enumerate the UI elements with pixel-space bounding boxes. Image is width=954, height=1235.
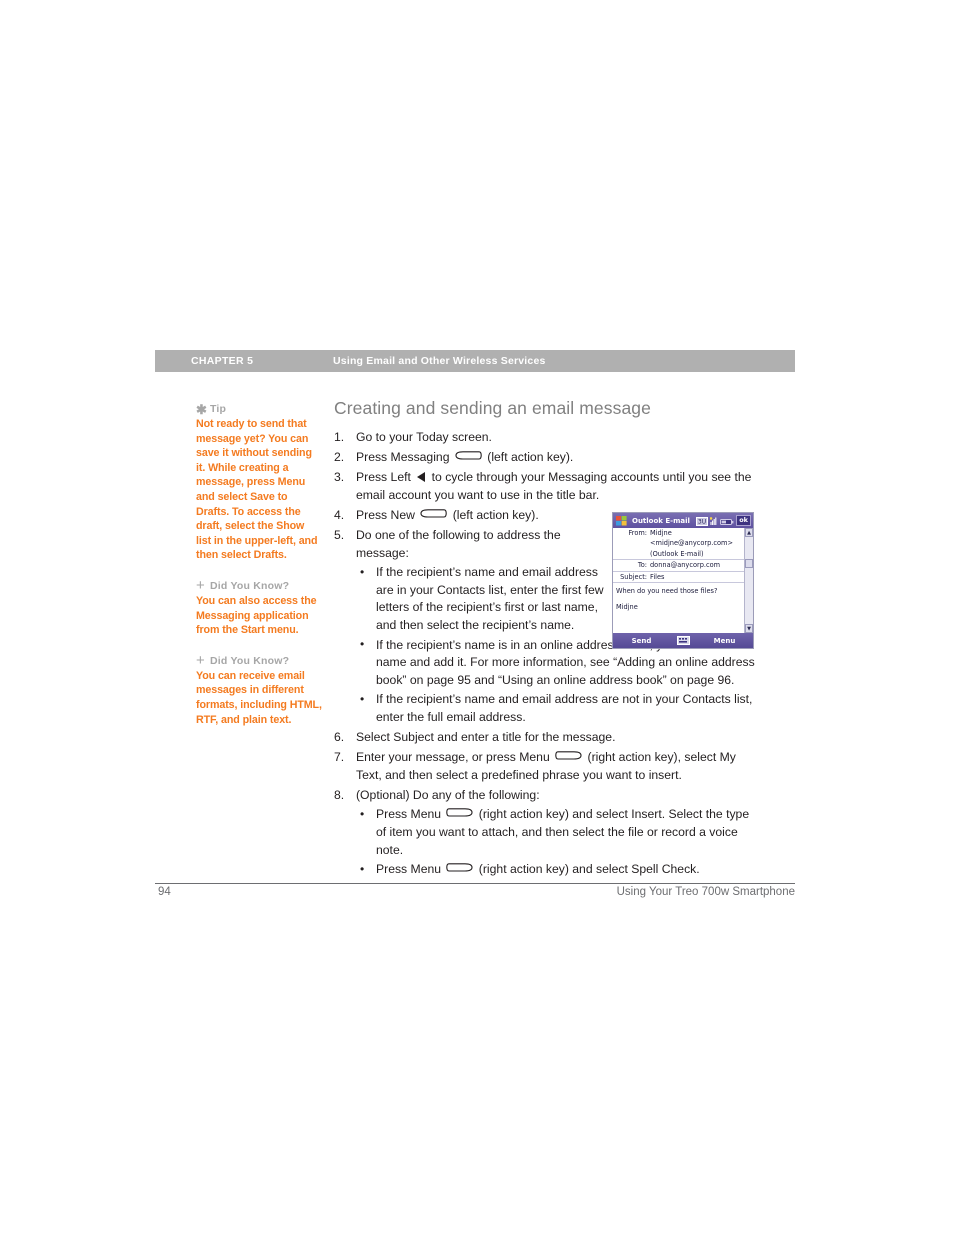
bullet-item: Press Menu (right action key) and select… — [356, 861, 758, 879]
bullet-item: If the recipient’s name and email addres… — [356, 564, 614, 634]
svg-text:3U: 3U — [698, 519, 706, 526]
header-title: Using Email and Other Wireless Services — [333, 355, 546, 367]
step-text: Select Subject and enter a title for the… — [356, 730, 616, 744]
steps-list: 1. Go to your Today screen. 2. Press Messag… — [334, 429, 758, 879]
tip-block-1: + Did You Know? You can also access the … — [196, 577, 322, 638]
step-number: 2. — [334, 450, 345, 465]
tip-heading: + Did You Know? — [196, 652, 322, 670]
step-text: Do one of the following to address the m… — [356, 527, 561, 560]
tip-text: You can receive email messages in differ… — [196, 669, 322, 726]
message-body[interactable]: When do you need those files? Midjne — [613, 583, 744, 616]
left-arrow-icon — [417, 472, 426, 483]
scroll-down-button[interactable]: ▼ — [745, 624, 753, 633]
step-item: 6. Select Subject and enter a title for t… — [334, 729, 758, 747]
book-title: Using Your Treo 700w Smartphone — [616, 886, 795, 898]
step-number: 1. — [334, 430, 345, 444]
page-number: 94 — [158, 886, 171, 898]
device-title-bar: Outlook E-mail 3U ok — [613, 513, 753, 528]
step-item: 2. Press Messaging (left action key). — [334, 449, 758, 467]
from-account-row: (Outlook E-mail) — [613, 549, 744, 561]
running-header: CHAPTER 5 Using Email and Other Wireless… — [155, 350, 795, 372]
tip-text: Not ready to send that message yet? You … — [196, 418, 318, 562]
from-label: From: — [628, 529, 647, 537]
device-screenshot: Outlook E-mail 3U ok From: Midjne <midjn… — [612, 512, 754, 649]
device-softkey-bar: Send Menu — [613, 633, 753, 648]
sidebar-tips: ✱ Tip Not ready to send that message yet… — [196, 402, 322, 743]
bullet-item: Press Menu (right action key) and select… — [356, 806, 758, 859]
left-action-key-icon — [455, 451, 482, 460]
step-number: 7. — [334, 750, 345, 765]
device-compose-area: From: Midjne <midjne@anycorp.com> (Outlo… — [613, 528, 753, 633]
step-text: (Optional) Do any of the following: — [356, 787, 540, 802]
ok-button[interactable]: ok — [736, 515, 751, 526]
device-title: Outlook E-mail — [632, 516, 690, 525]
scroll-track[interactable] — [745, 568, 753, 624]
keyboard-icon[interactable] — [670, 636, 696, 645]
step-text: Press Messaging (left action key). — [356, 450, 574, 465]
step-number: 3. — [334, 470, 345, 485]
to-field-row[interactable]: To: donna@anycorp.com — [613, 560, 744, 572]
from-field-row[interactable]: From: Midjne — [613, 528, 744, 538]
tip-text: You can also access the Messaging applic… — [196, 594, 317, 637]
message-text: When do you need those files? — [616, 587, 718, 596]
tip-label: Did You Know? — [210, 579, 290, 592]
chapter-label: CHAPTER 5 — [191, 355, 254, 367]
tip-heading: + Did You Know? — [196, 577, 322, 595]
scroll-thumb[interactable] — [745, 559, 753, 568]
tip-heading: ✱ Tip — [196, 402, 322, 416]
to-label: To: — [637, 561, 647, 570]
tip-label: Tip — [210, 403, 227, 415]
to-value: donna@anycorp.com — [650, 561, 721, 570]
step-text: Enter your message, or press Menu (right… — [356, 750, 736, 782]
step-item: 1. Go to your Today screen. — [334, 429, 758, 447]
tip-label: Did You Know? — [210, 654, 290, 667]
step-item: 3. Press Left to cycle through your Messa… — [334, 469, 758, 504]
left-action-key-icon — [420, 509, 448, 518]
tip-block-0: ✱ Tip Not ready to send that message yet… — [196, 402, 322, 563]
plus-icon: + — [196, 577, 205, 595]
step-number: 5. — [334, 527, 345, 542]
plus-icon: + — [196, 652, 205, 670]
right-action-key-icon — [446, 808, 473, 817]
right-action-key-icon — [555, 751, 582, 760]
from-account: (Outlook E-mail) — [650, 549, 704, 558]
page-title: Creating and sending an email message — [334, 398, 651, 418]
step-item: 7. Enter your message, or press Menu (rig… — [334, 749, 758, 784]
page-footer: 94 Using Your Treo 700w Smartphone — [155, 886, 795, 898]
step-number: 4. — [334, 507, 345, 522]
step-text: Press New (left action key). — [356, 507, 539, 522]
send-softkey[interactable]: Send — [613, 637, 670, 645]
subject-label: Subject: — [620, 572, 647, 581]
asterisk-icon: ✱ — [196, 401, 208, 417]
right-action-key-icon — [446, 863, 473, 872]
start-menu-icon[interactable] — [615, 515, 628, 527]
step-text: Go to your Today screen. — [356, 430, 492, 444]
footer-divider — [155, 883, 795, 884]
from-address-row: <midjne@anycorp.com> — [613, 538, 744, 548]
device-fields: From: Midjne <midjne@anycorp.com> (Outlo… — [613, 528, 744, 633]
from-value: Midjne — [650, 529, 672, 537]
message-signature: Midjne — [616, 603, 638, 612]
step-number: 6. — [334, 730, 345, 744]
bullet-item: If the recipient’s name and email addres… — [356, 691, 758, 726]
step-number: 8. — [334, 787, 345, 802]
subject-value: Files — [650, 572, 665, 581]
from-address: <midjne@anycorp.com> — [650, 539, 734, 548]
tip-block-2: + Did You Know? You can receive email me… — [196, 652, 322, 727]
step-item: 8. (Optional) Do any of the following: Pre… — [334, 787, 758, 879]
device-scrollbar[interactable]: ▲ ▼ — [744, 528, 753, 633]
subject-field-row[interactable]: Subject: Files — [613, 572, 744, 584]
menu-softkey[interactable]: Menu — [696, 637, 753, 645]
document-page: CHAPTER 5 Using Email and Other Wireless… — [0, 0, 954, 1235]
bullet-list: Press Menu (right action key) and select… — [356, 806, 758, 878]
scroll-up-button[interactable]: ▲ — [745, 528, 753, 537]
step-text: Press Left to cycle through your Messagi… — [356, 470, 752, 502]
